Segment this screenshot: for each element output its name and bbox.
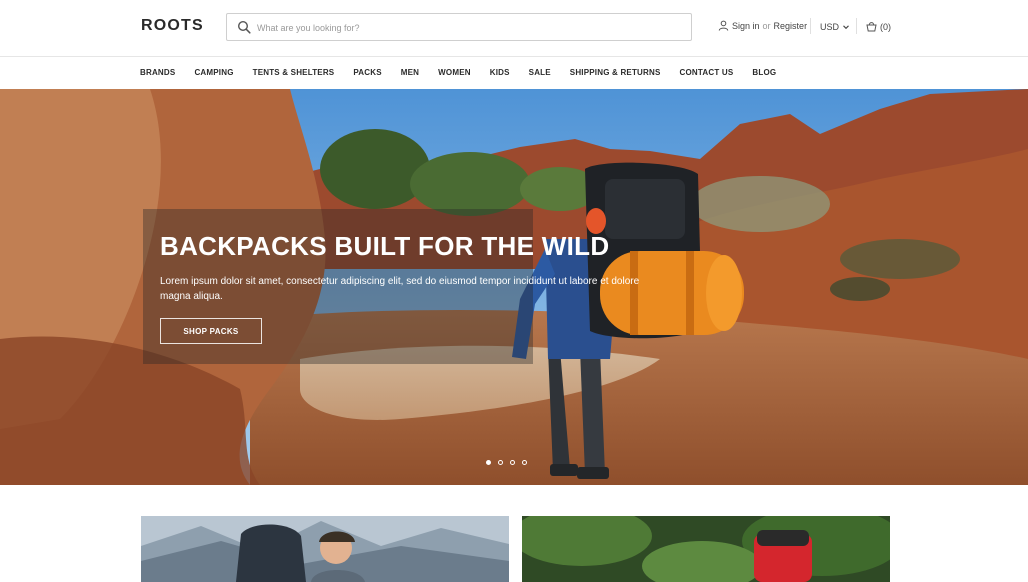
divider xyxy=(856,18,857,34)
carousel-dot-3[interactable] xyxy=(510,460,515,465)
currency-selector[interactable]: USD xyxy=(820,22,849,32)
carousel-dot-4[interactable] xyxy=(522,460,527,465)
main-nav: BRANDS CAMPING TENTS & SHELTERS PACKS ME… xyxy=(0,57,1028,88)
register-link[interactable]: Register xyxy=(774,21,808,31)
nav-item-contact-us[interactable]: CONTACT US xyxy=(680,68,734,77)
cart-link[interactable]: (0) xyxy=(866,21,891,32)
nav-item-men[interactable]: MEN xyxy=(401,68,419,77)
carousel-dot-2[interactable] xyxy=(498,460,503,465)
nav-item-sale[interactable]: SALE xyxy=(529,68,551,77)
promo-tile-bottle[interactable] xyxy=(522,516,890,582)
search-icon[interactable] xyxy=(237,20,251,34)
divider xyxy=(810,18,811,34)
carousel-dot-1[interactable] xyxy=(486,460,491,465)
nav-item-shipping-returns[interactable]: SHIPPING & RETURNS xyxy=(570,68,661,77)
search-box[interactable] xyxy=(226,13,692,41)
nav-item-brands[interactable]: BRANDS xyxy=(140,68,175,77)
store-logo[interactable]: ROOTS xyxy=(141,17,204,35)
promo-image-bottle xyxy=(522,516,890,582)
search-input[interactable] xyxy=(255,18,679,38)
sign-in-link[interactable]: Sign in xyxy=(732,21,760,31)
promo-image-hikers xyxy=(141,516,509,582)
chevron-down-icon xyxy=(843,25,849,30)
site-header: ROOTS Sign in or Register USD (0) xyxy=(0,0,1028,57)
account-links: Sign in or Register xyxy=(718,20,807,31)
nav-item-tents-shelters[interactable]: TENTS & SHELTERS xyxy=(253,68,335,77)
shop-packs-button[interactable]: SHOP PACKS xyxy=(160,318,262,344)
nav-item-packs[interactable]: PACKS xyxy=(353,68,381,77)
hero-carousel[interactable]: BACKPACKS BUILT FOR THE WILD Lorem ipsum… xyxy=(0,89,1028,485)
currency-label: USD xyxy=(820,22,840,32)
nav-item-kids[interactable]: KIDS xyxy=(490,68,510,77)
nav-item-blog[interactable]: BLOG xyxy=(752,68,776,77)
hero-title: BACKPACKS BUILT FOR THE WILD xyxy=(160,231,610,261)
nav-item-camping[interactable]: CAMPING xyxy=(194,68,233,77)
or-text: or xyxy=(762,20,771,31)
nav-item-women[interactable]: WOMEN xyxy=(438,68,471,77)
cart-count: (0) xyxy=(880,21,891,32)
promo-tile-hikers[interactable] xyxy=(141,516,509,582)
carousel-dots xyxy=(486,460,534,465)
hero-description: Lorem ipsum dolor sit amet, consectetur … xyxy=(160,276,640,302)
shopping-bag-icon xyxy=(866,22,877,32)
user-icon xyxy=(718,20,729,31)
